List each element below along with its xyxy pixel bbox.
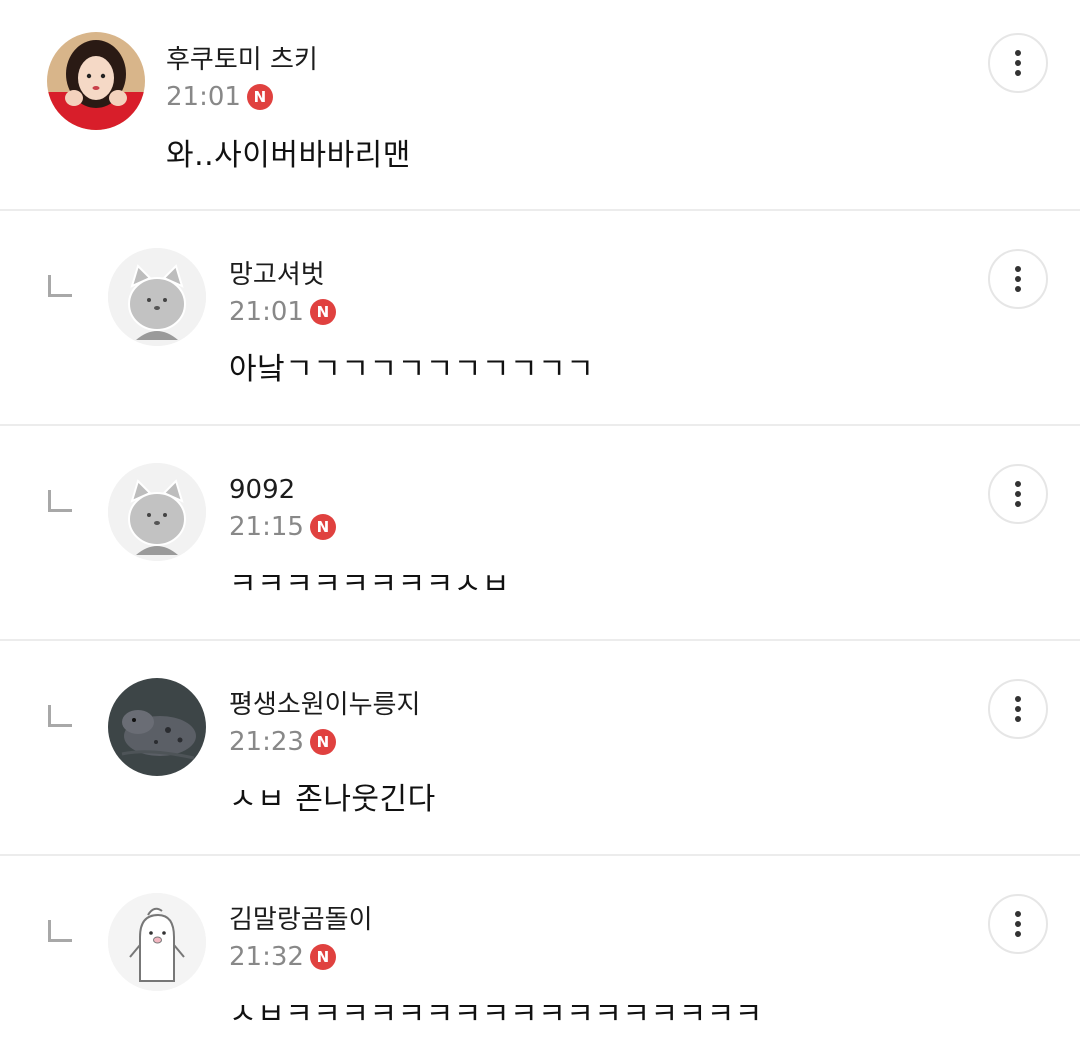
comment-meta: 21:01 N	[166, 81, 273, 113]
comment-meta: 21:23 N	[229, 726, 336, 758]
more-dot-icon	[1015, 501, 1021, 507]
reply-item: 평생소원이누릉지 21:23 N ㅅㅂ 존나웃긴다	[0, 641, 1080, 856]
more-dot-icon	[1015, 70, 1021, 76]
dog-photo-avatar-icon	[108, 678, 206, 776]
nickname[interactable]: 후쿠토미 츠키	[166, 45, 318, 75]
comment-text: ㅅㅂㅋㅋㅋㅋㅋㅋㅋㅋㅋㅋㅋㅋㅋㅋㅋㅋㅋ	[229, 997, 763, 1032]
comment-item: 후쿠토미 츠키 21:01 N 와..사이버바바리맨	[0, 0, 1080, 211]
reply-item: 김말랑곰돌이 21:32 N ㅅㅂㅋㅋㅋㅋㅋㅋㅋㅋㅋㅋㅋㅋㅋㅋㅋㅋㅋ	[0, 856, 1080, 1048]
more-options-button[interactable]	[988, 894, 1048, 954]
more-options-button[interactable]	[988, 464, 1048, 524]
more-dot-icon	[1015, 266, 1021, 272]
reply-indicator-icon	[48, 275, 72, 297]
default-cat-avatar-icon	[108, 463, 206, 561]
reply-indicator-icon	[48, 705, 72, 727]
avatar[interactable]	[108, 463, 206, 561]
new-badge: N	[309, 944, 336, 970]
profile-photo-icon	[47, 32, 145, 130]
new-badge: N	[309, 514, 336, 540]
reply-item: 9092 21:15 N ㅋㅋㅋㅋㅋㅋㅋㅋㅅㅂ	[0, 426, 1080, 641]
timestamp: 21:01	[166, 82, 241, 112]
comment-text: 와..사이버바바리맨	[166, 138, 411, 173]
more-dot-icon	[1015, 481, 1021, 487]
more-dot-icon	[1015, 911, 1021, 917]
new-badge: N	[309, 299, 336, 325]
more-dot-icon	[1015, 286, 1021, 292]
nickname[interactable]: 9092	[229, 475, 295, 505]
more-dot-icon	[1015, 276, 1021, 282]
comment-meta: 21:15 N	[229, 511, 336, 543]
more-dot-icon	[1015, 706, 1021, 712]
timestamp: 21:01	[229, 297, 304, 327]
comment-text: ㅅㅂ 존나웃긴다	[229, 782, 436, 817]
more-dot-icon	[1015, 60, 1021, 66]
reply-item: 망고셔벗 21:01 N 아낰ㄱㄱㄱㄱㄱㄱㄱㄱㄱㄱㄱ	[0, 211, 1080, 426]
more-dot-icon	[1015, 50, 1021, 56]
new-badge: N	[246, 84, 273, 110]
more-dot-icon	[1015, 491, 1021, 497]
comment-meta: 21:32 N	[229, 941, 336, 973]
timestamp: 21:15	[229, 512, 304, 542]
default-cat-avatar-icon	[108, 248, 206, 346]
reply-indicator-icon	[48, 920, 72, 942]
avatar[interactable]	[47, 32, 145, 130]
timestamp: 21:32	[229, 942, 304, 972]
comment-text: ㅋㅋㅋㅋㅋㅋㅋㅋㅅㅂ	[229, 567, 510, 602]
nickname[interactable]: 평생소원이누릉지	[229, 690, 420, 720]
more-dot-icon	[1015, 716, 1021, 722]
comment-meta: 21:01 N	[229, 296, 336, 328]
reply-indicator-icon	[48, 490, 72, 512]
penguin-avatar-icon	[108, 893, 206, 991]
avatar[interactable]	[108, 678, 206, 776]
more-options-button[interactable]	[988, 33, 1048, 93]
new-badge: N	[309, 729, 336, 755]
nickname[interactable]: 김말랑곰돌이	[229, 905, 373, 935]
comment-text: 아낰ㄱㄱㄱㄱㄱㄱㄱㄱㄱㄱㄱ	[229, 352, 595, 387]
more-dot-icon	[1015, 921, 1021, 927]
timestamp: 21:23	[229, 727, 304, 757]
avatar[interactable]	[108, 248, 206, 346]
nickname[interactable]: 망고셔벗	[229, 260, 325, 290]
avatar[interactable]	[108, 893, 206, 991]
more-dot-icon	[1015, 696, 1021, 702]
more-dot-icon	[1015, 931, 1021, 937]
more-options-button[interactable]	[988, 249, 1048, 309]
more-options-button[interactable]	[988, 679, 1048, 739]
